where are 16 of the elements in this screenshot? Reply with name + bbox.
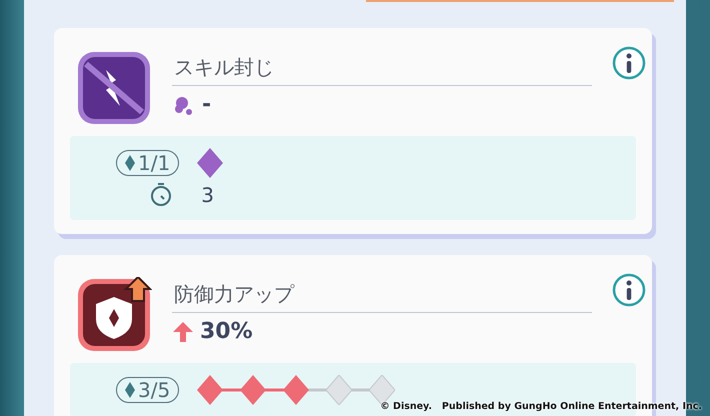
stack-count: 3/5 [116, 377, 180, 403]
turns-count: 3 [200, 183, 215, 207]
seal-icon [76, 50, 152, 126]
diamond-icon [125, 382, 135, 398]
stack-count: 1/1 [116, 150, 180, 176]
info-icon[interactable] [612, 46, 646, 80]
timer-icon [149, 182, 174, 208]
shield-icon [76, 277, 152, 353]
effect-title: スキル封じ [172, 50, 592, 86]
diamond-icon [125, 155, 135, 171]
up-arrow-icon [172, 320, 194, 344]
effect-value: - [202, 92, 212, 117]
stack-meter [197, 148, 224, 178]
effect-value: 30% [200, 319, 253, 344]
info-icon[interactable] [612, 273, 646, 307]
effect-title: 防御力アップ [172, 277, 592, 313]
